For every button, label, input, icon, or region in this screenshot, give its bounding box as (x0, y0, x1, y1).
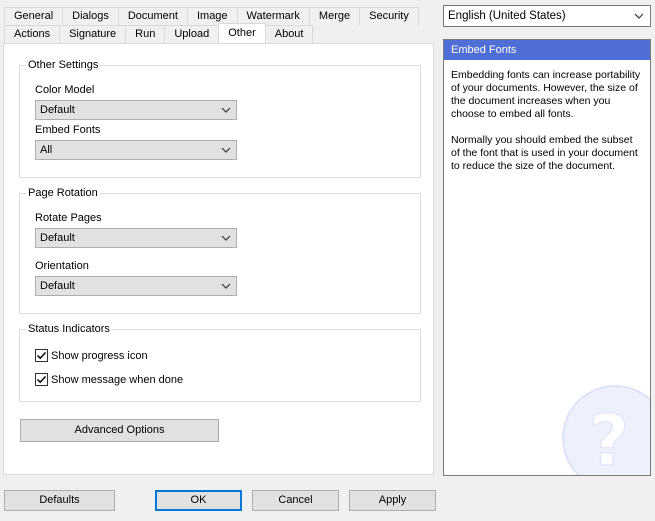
cancel-button[interactable]: Cancel (252, 490, 339, 511)
rotate-pages-value: Default (40, 232, 75, 244)
help-paragraph: Embedding fonts can increase portability… (451, 69, 641, 120)
check-icon (36, 375, 47, 384)
chevron-down-icon (221, 235, 231, 241)
tab-run[interactable]: Run (125, 25, 166, 43)
tab-panel-other: Other Settings Color Model Default Embed… (3, 43, 434, 475)
language-value: English (United States) (448, 10, 566, 22)
rotate-pages-label: Rotate Pages (35, 212, 102, 224)
check-icon (36, 351, 47, 360)
group-title-page-rotation: Page Rotation (26, 186, 100, 200)
ok-button[interactable]: OK (155, 490, 242, 511)
color-model-select[interactable]: Default (35, 100, 237, 120)
orientation-select[interactable]: Default (35, 276, 237, 296)
help-body: Embedding fonts can increase portability… (444, 60, 650, 173)
tab-other[interactable]: Other (218, 23, 266, 43)
tab-dialogs[interactable]: Dialogs (62, 7, 119, 25)
group-page-rotation: Page Rotation Rotate Pages Default Orien… (19, 186, 421, 314)
group-title-other-settings: Other Settings (26, 58, 101, 72)
tab-document[interactable]: Document (117, 7, 188, 25)
embed-fonts-value: All (40, 144, 53, 156)
show-message-checkbox[interactable] (35, 373, 48, 386)
color-model-value: Default (40, 104, 75, 116)
show-message-label: Show message when done (51, 373, 184, 386)
tab-general[interactable]: General (4, 7, 64, 25)
svg-text:?: ? (589, 400, 630, 476)
help-panel: Embed Fonts Embedding fonts can increase… (443, 39, 651, 476)
help-title: Embed Fonts (444, 40, 650, 60)
rotate-pages-select[interactable]: Default (35, 228, 237, 248)
chevron-down-icon (221, 283, 231, 289)
tab-row-top: General Dialogs Document Image Watermark… (4, 7, 419, 25)
question-mark-icon: ? (562, 385, 650, 476)
embed-fonts-label: Embed Fonts (35, 124, 101, 136)
tab-row-bottom: Actions Signature Run Upload Other About (4, 23, 314, 43)
embed-fonts-select[interactable]: All (35, 140, 237, 160)
orientation-label: Orientation (35, 260, 89, 272)
tab-upload[interactable]: Upload (164, 25, 220, 43)
group-other-settings: Other Settings Color Model Default Embed… (19, 58, 421, 178)
chevron-down-icon (634, 13, 644, 19)
show-message-row[interactable]: Show message when done (35, 373, 183, 386)
show-progress-row[interactable]: Show progress icon (35, 349, 148, 362)
help-paragraph: Normally you should embed the subset of … (451, 134, 638, 172)
show-progress-label: Show progress icon (51, 349, 148, 362)
show-progress-checkbox[interactable] (35, 349, 48, 362)
tab-security[interactable]: Security (359, 7, 419, 25)
tab-about[interactable]: About (264, 25, 314, 43)
tab-merge[interactable]: Merge (308, 7, 361, 25)
advanced-options-button[interactable]: Advanced Options (20, 419, 219, 442)
chevron-down-icon (221, 107, 231, 113)
chevron-down-icon (221, 147, 231, 153)
tab-signature[interactable]: Signature (59, 25, 127, 43)
group-status-indicators: Status Indicators Show progress icon Sho… (19, 322, 421, 402)
defaults-button[interactable]: Defaults (4, 490, 115, 511)
group-title-status-indicators: Status Indicators (26, 322, 112, 336)
language-select[interactable]: English (United States) (443, 5, 651, 27)
color-model-label: Color Model (35, 84, 95, 96)
apply-button[interactable]: Apply (349, 490, 436, 511)
tab-actions[interactable]: Actions (4, 25, 61, 43)
orientation-value: Default (40, 280, 75, 292)
